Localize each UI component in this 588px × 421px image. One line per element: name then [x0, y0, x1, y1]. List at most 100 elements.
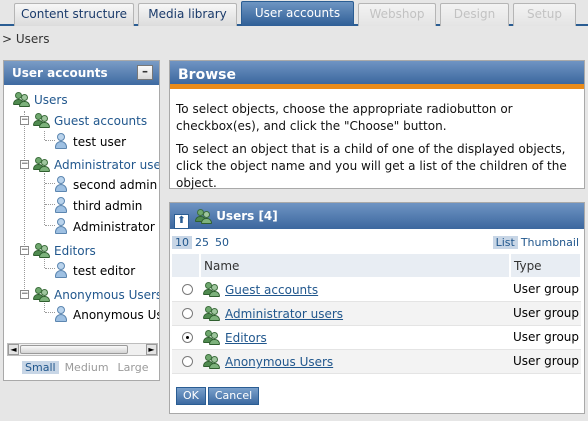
tree-item-third-admin[interactable]: third admin	[55, 196, 142, 216]
tree-item-administrator-users[interactable]: Administrator users	[33, 155, 159, 175]
name-cell: Administrator users	[200, 301, 510, 326]
scrollbar-thumb[interactable]	[20, 345, 128, 354]
collapse-toggle-icon[interactable]: −	[20, 246, 29, 255]
tab-setup: Setup	[513, 3, 576, 26]
row-name-link[interactable]: Administrator users	[225, 307, 343, 321]
users-table: Name Type Guest accounts User group Admi…	[172, 254, 582, 374]
tree-connector	[45, 225, 55, 226]
collapse-toggle-icon[interactable]: −	[20, 160, 29, 169]
user-group-icon	[33, 242, 51, 258]
tree-horizontal-scrollbar[interactable]: ◄ ►	[7, 343, 158, 356]
tab-user-accounts[interactable]: User accounts	[241, 1, 354, 26]
tree-connector	[45, 183, 55, 184]
minimize-button[interactable]: –	[137, 65, 153, 80]
name-cell: Anonymous Users	[200, 349, 510, 374]
tab-design: Design	[440, 3, 509, 26]
tree-connector	[45, 140, 55, 141]
name-column-header: Name	[200, 254, 511, 277]
user-icon	[55, 133, 67, 149]
type-cell: User group	[510, 301, 581, 326]
user-accounts-tree-panel: User accounts – Users − Guest accounts t…	[3, 60, 160, 381]
name-cell: Editors	[200, 325, 510, 350]
breadcrumb: > Users	[2, 32, 50, 46]
select-radio[interactable]	[182, 356, 193, 367]
tree-item-editors[interactable]: Editors	[33, 241, 96, 261]
cancel-button[interactable]: Cancel	[207, 387, 260, 405]
user-icon	[55, 176, 67, 192]
tree-item-test-user[interactable]: test user	[55, 132, 126, 152]
tree-panel-title: User accounts	[12, 66, 108, 80]
tree-connector	[44, 173, 45, 225]
scroll-left-icon[interactable]: ◄	[8, 344, 19, 355]
collapse-toggle-icon[interactable]: −	[20, 116, 29, 125]
table-row: Anonymous Users User group	[172, 349, 581, 374]
user-group-icon	[203, 329, 221, 345]
radio-cell	[172, 301, 200, 326]
table-row: Administrator users User group	[172, 301, 581, 326]
tree-item-second-admin[interactable]: second admin	[55, 175, 157, 195]
tab-content-structure[interactable]: Content structure	[14, 3, 134, 26]
tree-item-anonymous-users[interactable]: Anonymous Users	[33, 285, 159, 305]
row-name-link[interactable]: Editors	[225, 331, 267, 345]
user-group-icon	[33, 156, 51, 172]
view-list[interactable]: List	[492, 236, 518, 249]
tree-item-test-editor[interactable]: test editor	[55, 261, 135, 281]
table-header-row: Name Type	[172, 254, 582, 277]
type-cell: User group	[510, 349, 581, 374]
page-size-25[interactable]: 25	[192, 236, 212, 249]
tab-webshop: Webshop	[358, 3, 436, 26]
size-large[interactable]: Large	[115, 361, 152, 374]
user-icon	[55, 262, 67, 278]
ok-button[interactable]: OK	[176, 387, 206, 405]
radio-cell	[172, 349, 200, 374]
user-group-icon	[33, 286, 51, 302]
browse-instruction: To select an object that is a child of o…	[176, 142, 567, 190]
user-icon	[55, 218, 67, 234]
name-cell: Guest accounts	[200, 277, 510, 302]
user-group-icon	[203, 305, 221, 321]
size-small[interactable]: Small	[22, 361, 59, 374]
tree-item-guest-accounts[interactable]: Guest accounts	[33, 111, 147, 131]
table-row: Guest accounts User group	[172, 277, 581, 302]
up-level-icon[interactable]: ⬆	[174, 214, 189, 229]
user-tree: Users − Guest accounts test user − Admin…	[4, 85, 159, 343]
tree-item-administrator-user[interactable]: Administrator User	[55, 217, 159, 237]
browse-title: Browse	[170, 61, 584, 89]
users-list-panel: ⬆ Users [4] 10 25 50 List Thumbnail Name Ty…	[169, 202, 585, 414]
tree-connector	[45, 204, 55, 205]
page-size-50[interactable]: 50	[212, 236, 232, 249]
select-radio[interactable]	[182, 332, 193, 343]
tree-connector	[24, 111, 25, 295]
icon-size-switcher: Small Medium Large	[22, 361, 155, 374]
type-cell: User group	[510, 277, 581, 302]
select-radio[interactable]	[182, 308, 193, 319]
radio-cell	[172, 325, 200, 350]
page-size-10[interactable]: 10	[172, 236, 192, 249]
user-icon	[55, 306, 67, 322]
tree-connector	[44, 131, 45, 140]
user-group-icon	[13, 91, 31, 107]
view-thumbnail[interactable]: Thumbnail	[518, 236, 582, 249]
radio-cell	[172, 277, 200, 302]
tree-connector	[45, 268, 55, 269]
browse-instruction: To select objects, choose the appropriat…	[176, 102, 513, 133]
scroll-right-icon[interactable]: ►	[146, 344, 157, 355]
user-group-icon	[203, 281, 221, 297]
collapse-toggle-icon[interactable]: −	[20, 290, 29, 299]
row-name-link[interactable]: Guest accounts	[225, 283, 318, 297]
tree-connector	[45, 312, 55, 313]
size-medium[interactable]: Medium	[62, 361, 112, 374]
type-column-header: Type	[510, 254, 582, 277]
user-group-icon	[33, 112, 51, 128]
users-list-title: Users [4]	[216, 209, 278, 223]
tab-media-library[interactable]: Media library	[138, 3, 237, 26]
users-list-header: ⬆ Users [4]	[170, 203, 584, 229]
browse-panel: Browse To select objects, choose the app…	[169, 60, 585, 190]
row-name-link[interactable]: Anonymous Users	[225, 355, 333, 369]
tree-panel-header: User accounts –	[4, 61, 159, 85]
tree-item-users[interactable]: Users	[13, 90, 68, 110]
select-column-header	[172, 254, 201, 277]
view-mode-switcher: List Thumbnail	[492, 236, 582, 249]
select-radio[interactable]	[182, 283, 193, 295]
tree-item-anonymous-user[interactable]: Anonymous User	[55, 305, 159, 325]
